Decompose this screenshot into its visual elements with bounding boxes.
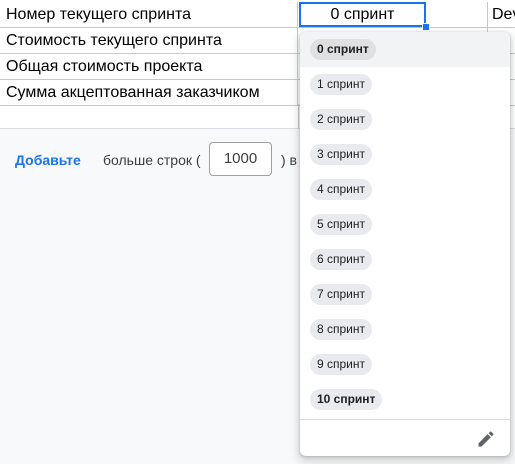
fill-handle[interactable] [422,23,430,31]
cell-label[interactable]: Общая стоимость проекта [0,54,298,79]
rows-count-input[interactable]: 1000 [209,142,272,176]
option-chip: 3 спринт [310,144,373,165]
dropdown-option[interactable]: 3 спринт [300,137,510,172]
option-chip: 1 спринт [310,74,373,95]
option-chip: 8 спринт [310,319,373,340]
option-chip: 4 спринт [310,179,373,200]
dropdown-option[interactable]: 5 спринт [300,207,510,242]
cell-label[interactable]: Сумма акцептованная заказчиком [0,80,298,105]
option-chip: 9 спринт [310,354,373,375]
option-chip: 6 спринт [310,249,373,270]
dropdown-option[interactable]: 9 спринт [300,347,510,382]
cell-right[interactable]: Dev [488,2,515,27]
add-rows-link[interactable]: Добавьте [15,152,81,168]
dropdown-option[interactable]: 0 спринт [300,32,510,67]
dropdown-option[interactable]: 7 спринт [300,277,510,312]
selected-dropdown-cell[interactable]: 0 спринт [299,2,426,27]
dropdown-option[interactable]: 2 спринт [300,102,510,137]
sheet-row: Номер текущего спринта Dev [0,2,515,28]
option-chip: 0 спринт [310,39,376,60]
dropdown-option[interactable]: 4 спринт [300,172,510,207]
pencil-icon[interactable] [476,429,496,449]
cell-label[interactable]: Стоимость текущего спринта [0,28,298,53]
dropdown-divider [300,419,510,420]
dropdown-option[interactable]: 10 спринт [300,382,510,417]
dropdown-option[interactable]: 8 спринт [300,312,510,347]
option-chip: 7 спринт [310,284,373,305]
add-rows-text: больше строк ( [103,152,201,168]
option-chip: 5 спринт [310,214,373,235]
cell-label[interactable]: Номер текущего спринта [0,2,298,27]
option-chip: 10 спринт [310,389,383,410]
dropdown-menu: 0 спринт 1 спринт 2 спринт 3 спринт 4 сп… [300,32,510,456]
add-rows-suffix: ) в [281,152,297,168]
option-chip: 2 спринт [310,109,373,130]
dropdown-option[interactable]: 1 спринт [300,67,510,102]
dropdown-option[interactable]: 6 спринт [300,242,510,277]
